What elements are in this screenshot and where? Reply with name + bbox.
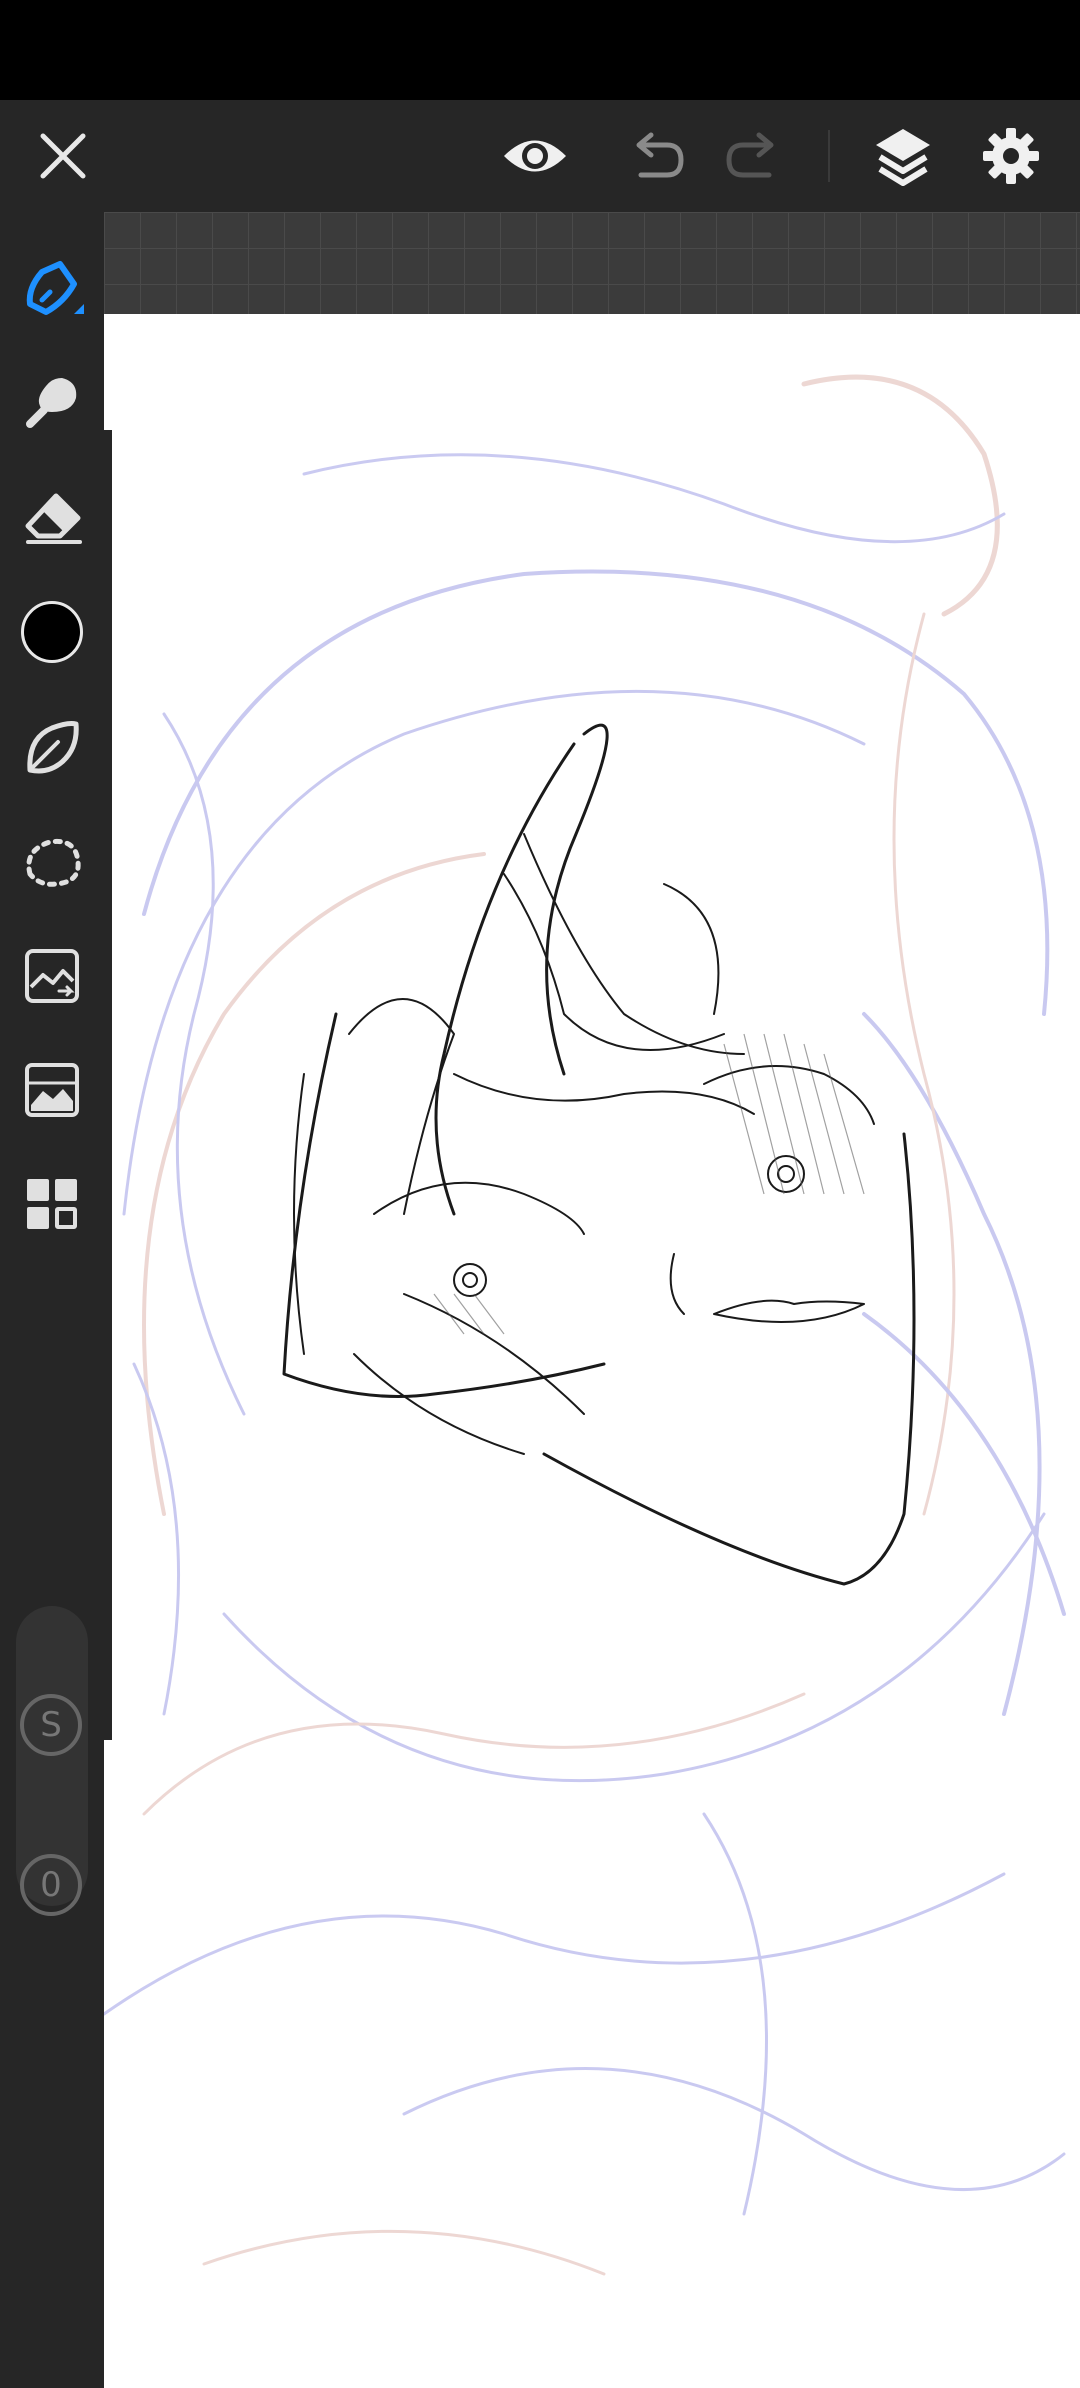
landscape-icon — [25, 1063, 79, 1117]
smudge-tool[interactable] — [0, 352, 104, 452]
image-icon — [25, 949, 79, 1003]
layers-button[interactable] — [858, 100, 948, 212]
drawing-canvas[interactable] — [104, 314, 1080, 2388]
settings-button[interactable] — [966, 100, 1056, 212]
top-toolbar — [0, 100, 1080, 212]
sketch-artwork — [104, 374, 1066, 2276]
pen-icon — [26, 261, 84, 315]
more-tools[interactable] — [0, 1154, 104, 1254]
size-toggle-label: S — [40, 1705, 62, 1745]
opacity-toggle-label: 0 — [40, 1865, 62, 1905]
close-icon — [40, 133, 86, 179]
lasso-tool[interactable] — [0, 812, 104, 912]
eraser-icon — [25, 493, 82, 544]
grid-icon — [27, 1179, 77, 1229]
opacity-toggle-button[interactable]: 0 — [20, 1854, 82, 1916]
sidebar-panel-edge — [104, 430, 112, 1740]
color-swatch[interactable] — [0, 582, 104, 682]
undo-button[interactable] — [612, 100, 702, 212]
toolbar-divider — [828, 130, 830, 182]
leaf-brush-icon — [27, 721, 79, 774]
adjust-tool[interactable] — [0, 1040, 104, 1140]
redo-icon — [726, 132, 774, 178]
gear-icon — [983, 128, 1039, 184]
status-bar — [0, 0, 1080, 100]
layers-icon — [876, 129, 930, 186]
close-button[interactable] — [18, 100, 108, 212]
preview-button[interactable] — [490, 100, 580, 212]
canvas-grid-background — [104, 212, 1080, 314]
brush-tool[interactable] — [0, 698, 104, 798]
eye-icon — [504, 140, 566, 172]
undo-icon — [636, 132, 684, 178]
image-import-tool[interactable] — [0, 926, 104, 1026]
lasso-icon — [26, 838, 81, 887]
color-circle — [21, 601, 83, 663]
size-toggle-button[interactable]: S — [20, 1694, 82, 1756]
eraser-tool[interactable] — [0, 468, 104, 568]
pen-tool[interactable] — [0, 238, 104, 338]
smudge-icon — [26, 378, 77, 428]
tool-sidebar: S 0 — [0, 212, 104, 2388]
redo-button[interactable] — [708, 100, 798, 212]
